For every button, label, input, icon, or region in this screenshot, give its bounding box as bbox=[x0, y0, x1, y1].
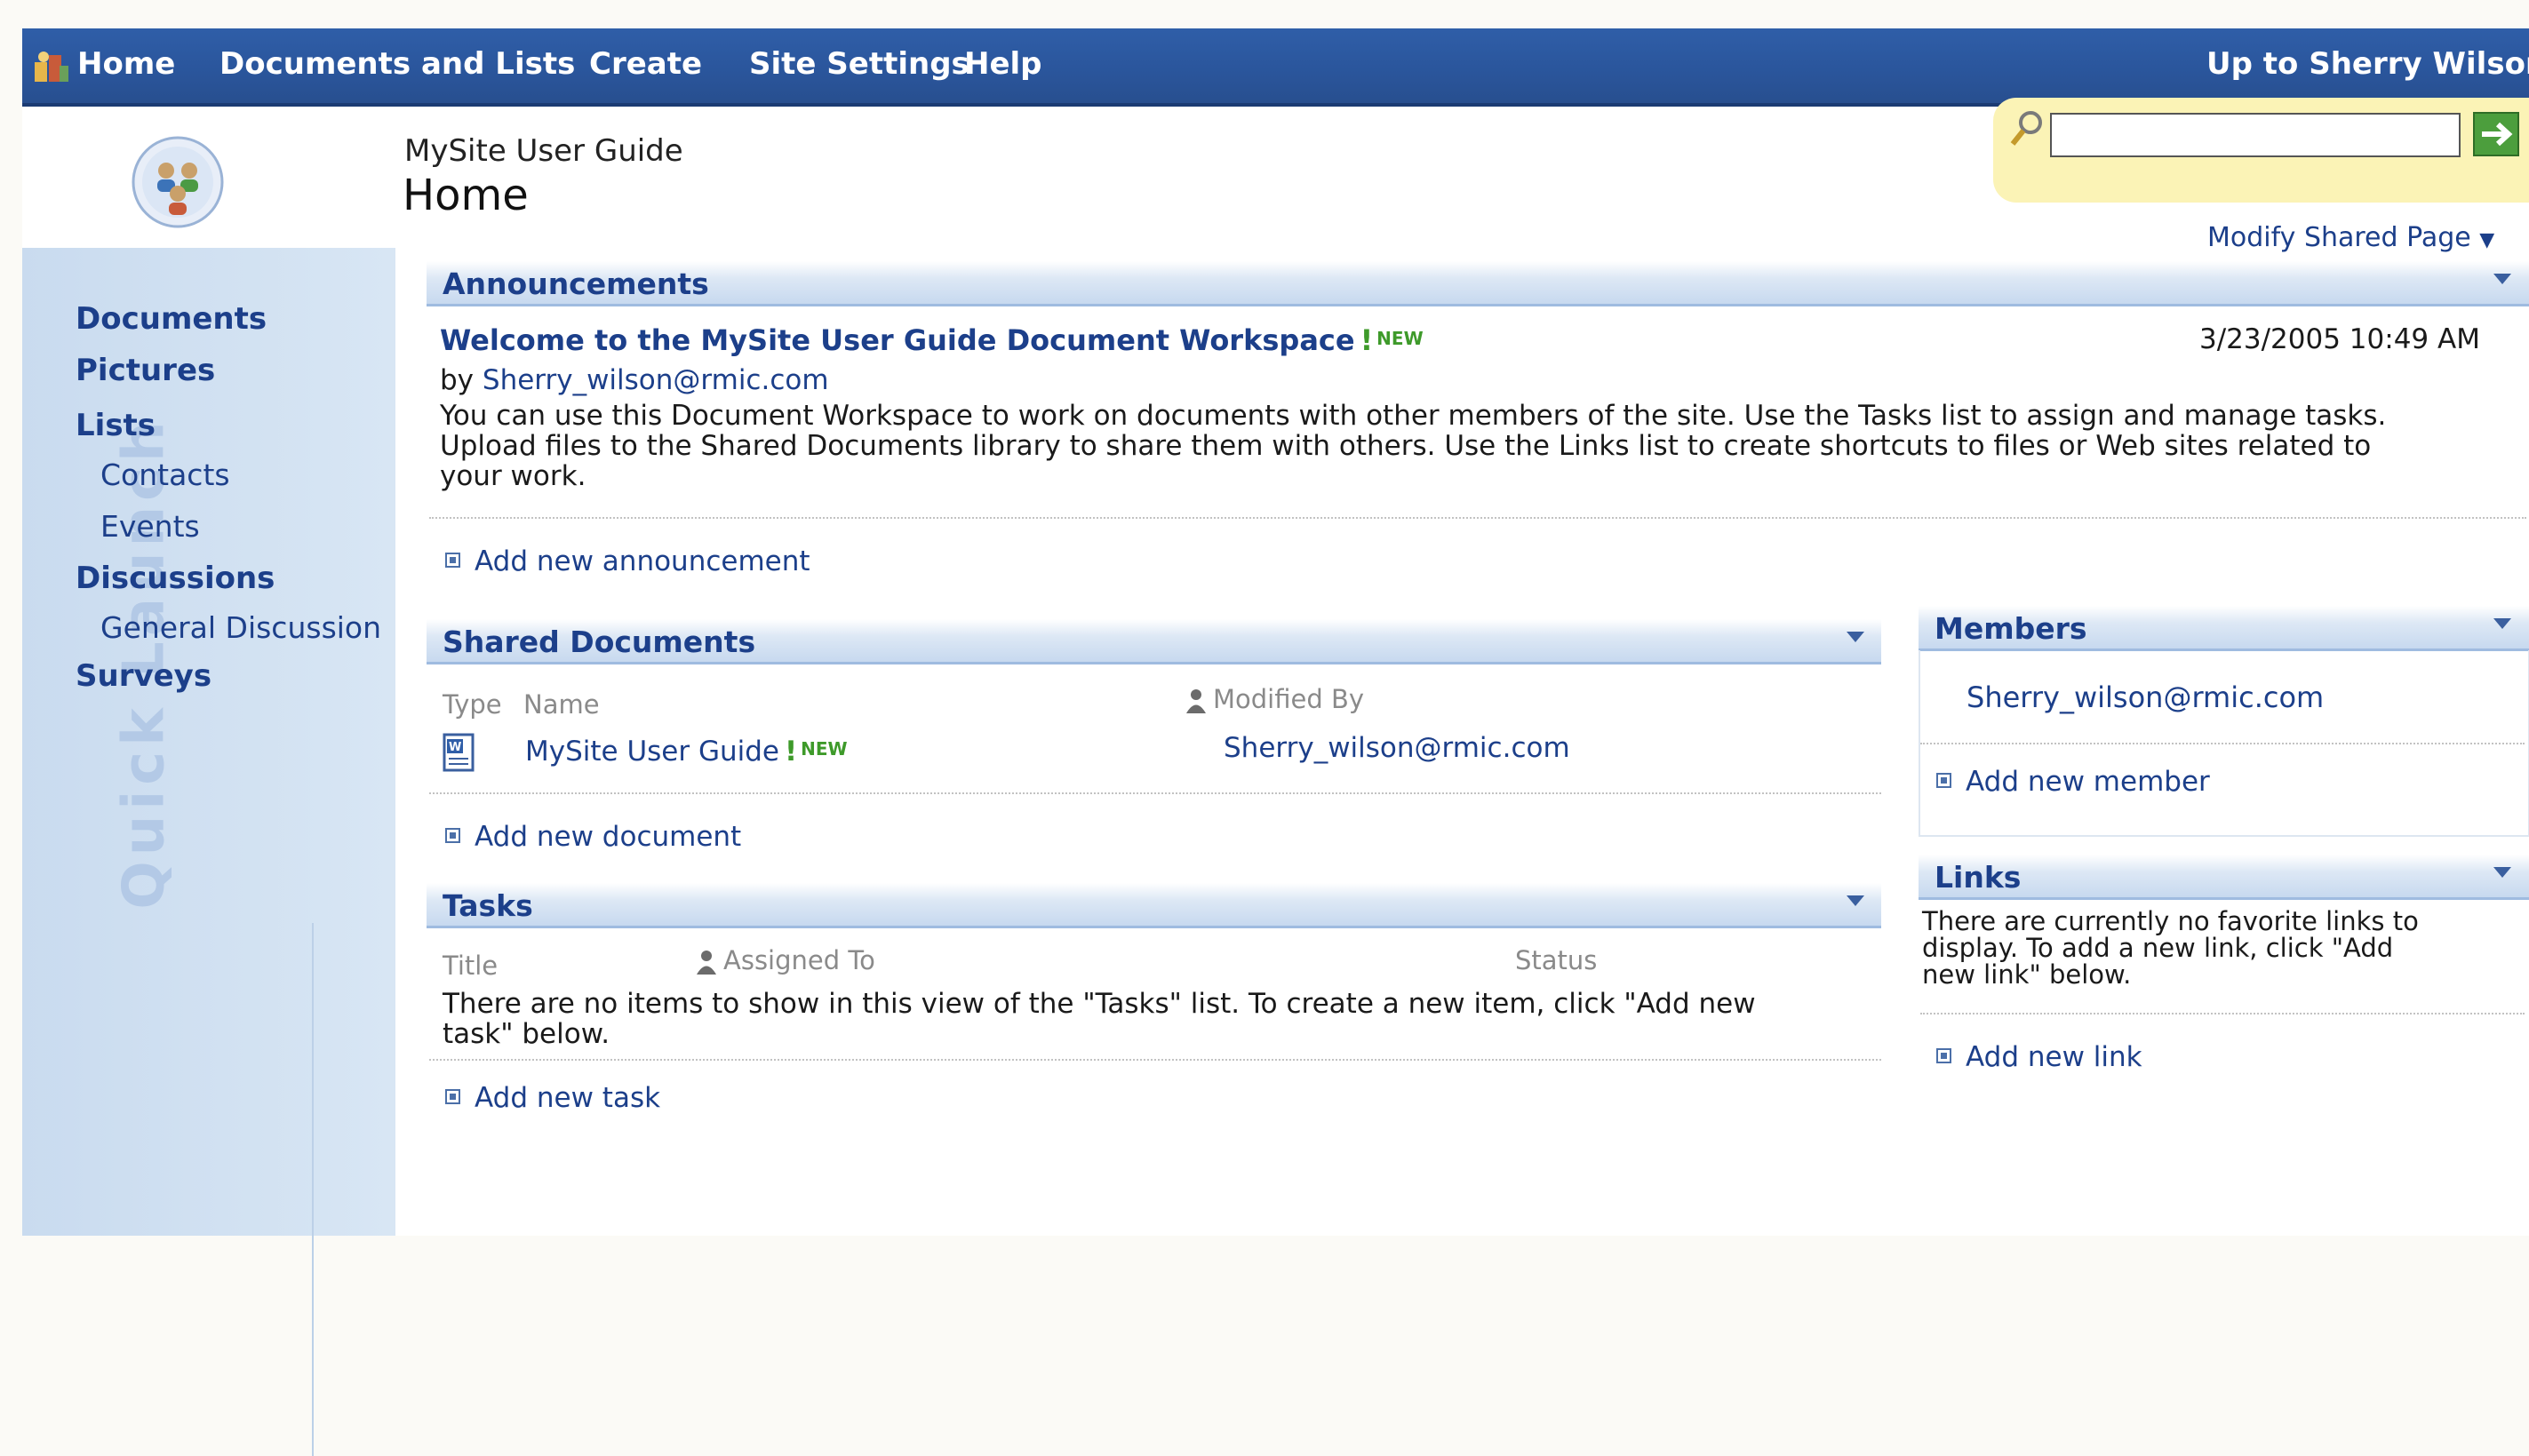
square-bullet-icon bbox=[445, 1089, 460, 1104]
person-icon bbox=[1186, 689, 1206, 713]
square-bullet-icon bbox=[1936, 1048, 1951, 1063]
announcements-divider bbox=[429, 517, 2526, 519]
chevron-down-icon: ▼ bbox=[2479, 229, 2495, 251]
nav-site-settings-link[interactable]: Site Settings bbox=[749, 46, 969, 82]
add-new-member-link[interactable]: Add new member bbox=[1936, 766, 2210, 798]
quick-launch-lists[interactable]: Lists bbox=[76, 408, 156, 443]
links-menu-icon[interactable] bbox=[2493, 867, 2511, 878]
column-header-modified-by[interactable]: Modified By bbox=[1185, 684, 1364, 714]
members-divider bbox=[1920, 743, 2525, 744]
quick-launch-events[interactable]: Events bbox=[100, 509, 200, 544]
top-navigation-bar: Home Documents and Lists Create Site Set… bbox=[22, 28, 2529, 107]
modify-shared-page-label: Modify Shared Page bbox=[2207, 222, 2471, 253]
announcement-body-line-3: your work. bbox=[440, 460, 586, 492]
column-header-assigned-to[interactable]: Assigned To bbox=[695, 945, 875, 975]
person-icon bbox=[697, 951, 716, 975]
shared-documents-menu-icon[interactable] bbox=[1847, 632, 1864, 642]
shared-documents-divider bbox=[429, 792, 1881, 794]
search-input[interactable] bbox=[2050, 113, 2461, 157]
nav-help-link[interactable]: Help bbox=[964, 46, 1042, 82]
members-title: Members bbox=[1935, 611, 2087, 646]
document-modified-by-link[interactable]: Sherry_wilson@rmic.com bbox=[1224, 732, 1570, 764]
add-new-member-label: Add new member bbox=[1966, 766, 2210, 798]
search-go-button[interactable] bbox=[2473, 112, 2519, 156]
document-name: MySite User Guide bbox=[525, 736, 780, 768]
quick-launch-pictures[interactable]: Pictures bbox=[76, 353, 215, 388]
add-new-announcement-link[interactable]: Add new announcement bbox=[445, 545, 810, 577]
document-row-name-link[interactable]: MySite User Guide! NEW bbox=[525, 736, 848, 768]
links-divider bbox=[1920, 1013, 2525, 1014]
nav-create-link[interactable]: Create bbox=[589, 46, 702, 82]
add-new-document-label: Add new document bbox=[475, 821, 742, 853]
nav-up-to-parent-link[interactable]: Up to Sherry Wilson bbox=[2206, 46, 2529, 82]
announcement-item-title[interactable]: Welcome to the MySite User Guide Documen… bbox=[440, 323, 1424, 357]
new-indicator-icon: ! bbox=[1360, 323, 1374, 357]
square-bullet-icon bbox=[445, 553, 460, 568]
links-header: Links bbox=[1919, 855, 2529, 900]
tasks-title: Tasks bbox=[443, 888, 533, 923]
links-empty-line-2: display. To add a new link, click "Add bbox=[1922, 933, 2394, 963]
quick-launch-divider bbox=[312, 923, 314, 1456]
sharepoint-page: Home Documents and Lists Create Site Set… bbox=[22, 28, 2529, 1456]
tasks-empty-line-1: There are no items to show in this view … bbox=[443, 988, 1756, 1020]
site-home-icon[interactable] bbox=[33, 48, 70, 84]
word-document-icon: W bbox=[443, 733, 475, 772]
announcement-byline: by Sherry_wilson@rmic.com bbox=[440, 364, 829, 396]
announcements-menu-icon[interactable] bbox=[2493, 274, 2511, 284]
modify-shared-page-menu[interactable]: Modify Shared Page ▼ bbox=[2207, 222, 2494, 253]
page-title: Home bbox=[403, 171, 529, 220]
nav-home-link[interactable]: Home bbox=[77, 46, 175, 82]
search-icon bbox=[2010, 111, 2042, 146]
site-name: MySite User Guide bbox=[404, 133, 683, 169]
add-new-task-link[interactable]: Add new task bbox=[445, 1082, 660, 1114]
column-header-type[interactable]: Type bbox=[443, 689, 502, 720]
add-new-announcement-label: Add new announcement bbox=[475, 545, 810, 577]
members-header: Members bbox=[1919, 606, 2529, 651]
links-title: Links bbox=[1935, 860, 2022, 895]
announcement-by-label: by bbox=[440, 364, 475, 396]
new-tag: NEW bbox=[1376, 328, 1424, 349]
column-header-name[interactable]: Name bbox=[523, 689, 600, 720]
links-empty-line-1: There are currently no favorite links to bbox=[1922, 906, 2419, 936]
quick-launch: Quick Launch Documents Pictures Lists Co… bbox=[22, 248, 395, 1456]
add-new-link-link[interactable]: Add new link bbox=[1936, 1041, 2142, 1073]
svg-text:W: W bbox=[449, 741, 461, 754]
announcement-body-line-1: You can use this Document Workspace to w… bbox=[440, 400, 2387, 432]
site-logo-icon bbox=[132, 136, 224, 228]
announcement-author-link[interactable]: Sherry_wilson@rmic.com bbox=[483, 364, 829, 396]
announcement-date: 3/23/2005 10:49 AM bbox=[2199, 323, 2480, 355]
add-new-task-label: Add new task bbox=[475, 1082, 661, 1114]
quick-launch-general-discussion[interactable]: General Discussion bbox=[100, 610, 381, 645]
add-new-document-link[interactable]: Add new document bbox=[445, 821, 741, 853]
announcement-body-line-2: Upload files to the Shared Documents lib… bbox=[440, 430, 2372, 462]
square-bullet-icon bbox=[445, 828, 460, 843]
member-link[interactable]: Sherry_wilson@rmic.com bbox=[1967, 680, 2324, 714]
column-header-status[interactable]: Status bbox=[1515, 945, 1597, 975]
arrow-right-icon bbox=[2482, 122, 2513, 147]
tasks-header: Tasks bbox=[427, 883, 1881, 928]
announcements-title: Announcements bbox=[443, 267, 709, 301]
members-menu-icon[interactable] bbox=[2493, 618, 2511, 629]
quick-launch-surveys[interactable]: Surveys bbox=[76, 658, 211, 694]
quick-launch-documents[interactable]: Documents bbox=[76, 301, 267, 337]
column-header-title[interactable]: Title bbox=[443, 951, 498, 981]
nav-documents-and-lists-link[interactable]: Documents and Lists bbox=[219, 46, 575, 82]
tasks-menu-icon[interactable] bbox=[1847, 895, 1864, 906]
new-tag: NEW bbox=[801, 738, 848, 760]
shared-documents-header: Shared Documents bbox=[427, 619, 1881, 664]
column-header-assigned-to-label: Assigned To bbox=[723, 945, 875, 975]
links-empty-line-3: new link" below. bbox=[1922, 959, 2132, 990]
column-header-modified-by-label: Modified By bbox=[1213, 684, 1365, 714]
tasks-divider bbox=[429, 1059, 1881, 1061]
quick-launch-discussions[interactable]: Discussions bbox=[76, 561, 275, 596]
quick-launch-contacts[interactable]: Contacts bbox=[100, 457, 230, 492]
announcement-item-title-text: Welcome to the MySite User Guide Documen… bbox=[440, 323, 1355, 357]
tasks-empty-line-2: task" below. bbox=[443, 1018, 610, 1050]
shared-documents-title: Shared Documents bbox=[443, 625, 756, 659]
announcements-header: Announcements bbox=[427, 261, 2529, 306]
square-bullet-icon bbox=[1936, 773, 1951, 788]
new-indicator-icon: ! bbox=[785, 736, 798, 768]
add-new-link-label: Add new link bbox=[1966, 1041, 2142, 1073]
